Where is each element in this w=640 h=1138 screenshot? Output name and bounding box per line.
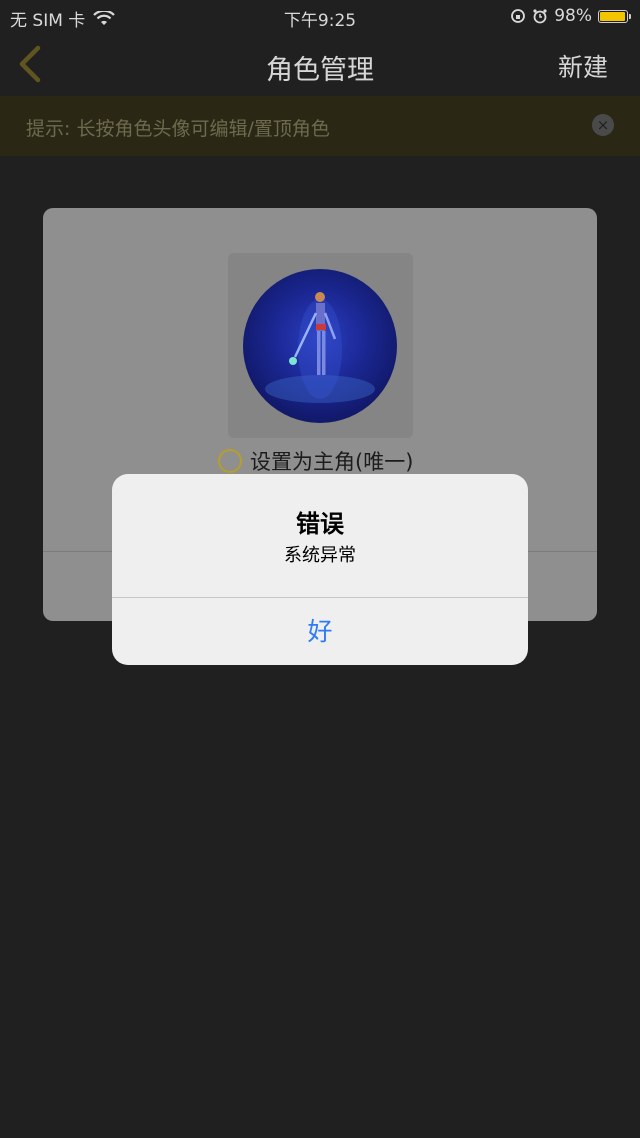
set-main-option[interactable]: 设置为主角(唯一) bbox=[218, 446, 413, 476]
rotation-lock-icon bbox=[511, 9, 526, 23]
battery-percent: 98% bbox=[554, 6, 592, 26]
battery-icon bbox=[598, 9, 631, 23]
battery-fill bbox=[600, 11, 626, 21]
error-alert: 错误 系统异常 好 bbox=[112, 474, 528, 665]
alert-message: 系统异常 bbox=[284, 545, 356, 566]
page-title: 角色管理 bbox=[266, 55, 374, 86]
character-figure-icon bbox=[265, 292, 375, 403]
tip-text: 提示: 长按角色头像可编辑/置顶角色 bbox=[26, 118, 330, 140]
radio-button[interactable] bbox=[218, 449, 242, 473]
set-main-label: 设置为主角(唯一) bbox=[250, 450, 414, 474]
nav-bar: 角色管理 新建 bbox=[0, 32, 640, 96]
new-button[interactable]: 新建 bbox=[558, 48, 608, 84]
avatar[interactable] bbox=[243, 269, 397, 423]
status-right: 98% bbox=[510, 6, 631, 26]
alert-title: 错误 bbox=[296, 510, 344, 538]
avatar-frame[interactable] bbox=[228, 253, 413, 438]
close-icon[interactable]: × bbox=[592, 114, 614, 136]
status-bar: 无 SIM 卡 下午9:25 98% bbox=[0, 0, 640, 32]
alarm-icon bbox=[533, 9, 547, 24]
tip-banner: 提示: 长按角色头像可编辑/置顶角色 × bbox=[0, 96, 640, 156]
ok-button[interactable]: 好 bbox=[112, 598, 528, 665]
